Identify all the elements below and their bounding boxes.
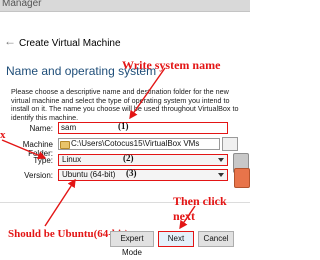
annotation-marker-3: (3) [126, 168, 137, 178]
description-text: Please choose a descriptive name and des… [11, 87, 239, 122]
next-button[interactable]: Next [158, 231, 194, 247]
annotation-marker-1: (1) [118, 121, 129, 131]
type-label: Type: [33, 156, 53, 165]
version-select-value: Ubuntu (64-bit) [62, 170, 116, 179]
back-arrow-icon[interactable]: ← [4, 34, 16, 48]
type-select[interactable]: Linux [58, 154, 228, 166]
version-select[interactable]: Ubuntu (64-bit) [58, 169, 228, 181]
expert-mode-button[interactable]: Expert Mode [110, 231, 154, 257]
chevron-down-icon [218, 158, 224, 162]
dialog-title: Create Virtual Machine [19, 38, 121, 49]
name-input[interactable]: sam [58, 122, 228, 134]
version-label: Version: [24, 171, 53, 180]
chevron-down-icon [218, 173, 224, 177]
arrow-to-version [44, 178, 76, 227]
browse-folder-button[interactable] [222, 137, 238, 151]
cancel-button[interactable]: Cancel [198, 231, 234, 247]
type-select-value: Linux [62, 155, 82, 164]
name-label: Name: [29, 124, 53, 133]
machine-folder-field[interactable]: C:\Users\Cotocus15\VirtualBox VMs [58, 138, 220, 150]
ubuntu-os-icon [234, 168, 250, 188]
annotation-then-click-next: Then click next [173, 194, 227, 223]
window-caption: Manager [2, 0, 42, 9]
annotation-write-name: Write system name [122, 58, 221, 72]
annotation-marker-2: (2) [123, 153, 134, 163]
folder-icon [60, 141, 70, 149]
window-titlebar: Manager [0, 0, 250, 12]
